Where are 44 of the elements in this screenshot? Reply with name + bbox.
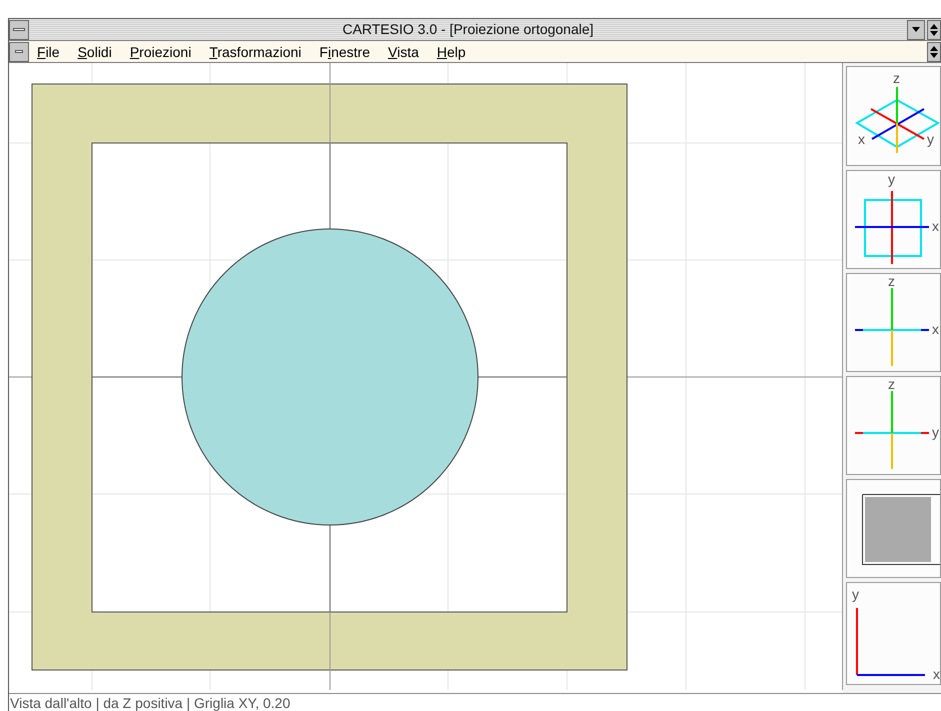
color-swatch [865,497,931,562]
menu-item[interactable]: Finestre [319,44,370,58]
document-menu-button[interactable] [9,42,29,62]
document-restore-button[interactable] [927,42,941,62]
up-down-arrow-icon [930,24,938,36]
up-down-arrow-icon [930,46,938,58]
square-outline [864,199,922,257]
menu-item[interactable]: Vista [388,44,419,58]
axis-label: z [888,274,895,289]
axis-label: y [888,171,895,187]
axis-label: x [858,131,865,147]
system-menu-button[interactable] [9,20,29,40]
restore-button[interactable] [927,20,941,40]
menu-item[interactable]: Solidi [78,44,112,58]
view-panel[interactable] [846,479,941,578]
bar-icon [15,50,23,53]
down-arrow-icon [912,27,920,32]
bar-icon [13,28,25,31]
horizontal-axis-line [863,432,921,434]
y-axis-line [856,608,858,675]
axis-end-line [921,329,929,331]
axis-end-line [855,329,863,331]
window-title: CARTESIO 3.0 - [Proiezione ortogonale] [341,20,595,39]
menu-item[interactable]: Trasformazioni [209,44,302,58]
axis-label: y [932,424,939,440]
axis-end-line [921,432,929,434]
view-panel[interactable]: z y [846,376,941,475]
axis-label: x [933,666,940,682]
axis-label: x [932,218,939,234]
x-axis-line [857,674,925,676]
view-panel[interactable]: z x y [846,66,941,166]
menu-item[interactable]: File [37,44,60,58]
status-text: Vista dall'alto | da Z positiva | Griglia XY, 0.20 [10,696,290,710]
axis-label: z [888,377,895,392]
minimize-button[interactable] [907,20,925,40]
axis-end-line [855,432,863,434]
axis-label: z [893,70,900,86]
axis-label: x [932,321,939,337]
horizontal-axis-line [863,329,921,331]
menu-item[interactable]: Help [436,44,466,58]
axis-label: y [927,131,934,147]
axis-label: y [852,586,859,602]
view-panel[interactable]: y x [846,582,941,685]
menu-item[interactable]: Proiezioni [130,44,192,58]
